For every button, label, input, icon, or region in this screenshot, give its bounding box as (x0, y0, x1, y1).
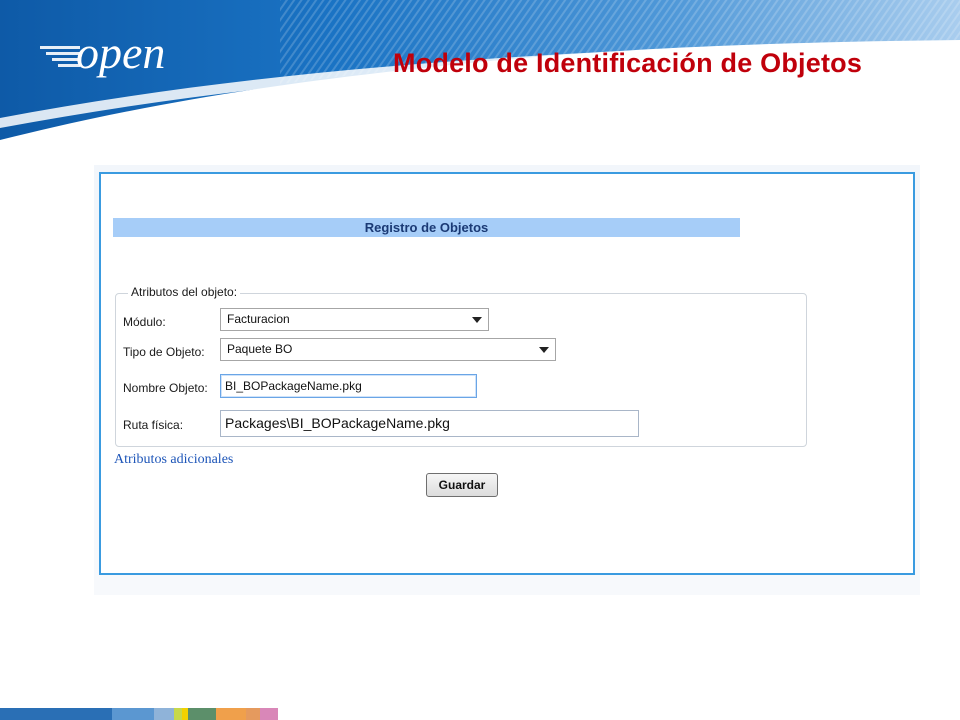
ruta-fisica-input[interactable]: Packages\BI_BOPackageName.pkg (220, 410, 639, 437)
chevron-down-icon (539, 347, 549, 353)
bottom-bar-segment (0, 708, 112, 720)
save-button[interactable]: Guardar (426, 473, 498, 497)
nombre-objeto-label: Nombre Objeto: (123, 381, 208, 395)
modulo-select[interactable]: Facturacion (220, 308, 489, 331)
bottom-bar-segment (188, 708, 216, 720)
bottom-color-bar (0, 708, 278, 720)
open-logo: open (40, 27, 165, 78)
bottom-bar-segment (112, 708, 154, 720)
tipo-objeto-select[interactable]: Paquete BO (220, 338, 556, 361)
object-attributes-fieldset: Atributos del objeto: Módulo: Facturacio… (115, 285, 807, 447)
nombre-objeto-input[interactable]: BI_BOPackageName.pkg (220, 374, 477, 398)
tipo-objeto-select-value: Paquete BO (227, 342, 293, 356)
bottom-bar-segment (216, 708, 246, 720)
additional-attributes-link[interactable]: Atributos adicionales (114, 452, 233, 468)
chevron-down-icon (472, 317, 482, 323)
bottom-bar-segment (246, 708, 260, 720)
form-window: Registro de Objetos Atributos del objeto… (99, 172, 915, 575)
bottom-bar-segment (174, 708, 182, 720)
form-header: Registro de Objetos (113, 218, 740, 237)
modulo-select-value: Facturacion (227, 312, 290, 326)
slide-title: Modelo de Identificación de Objetos (393, 48, 863, 78)
fieldset-legend: Atributos del objeto: (128, 285, 241, 299)
bottom-bar-segment (260, 708, 278, 720)
ruta-fisica-label: Ruta física: (123, 418, 184, 432)
modulo-label: Módulo: (123, 315, 166, 329)
tipo-objeto-label: Tipo de Objeto: (123, 345, 205, 359)
bottom-bar-segment (154, 708, 174, 720)
logo-text: open (76, 27, 165, 78)
